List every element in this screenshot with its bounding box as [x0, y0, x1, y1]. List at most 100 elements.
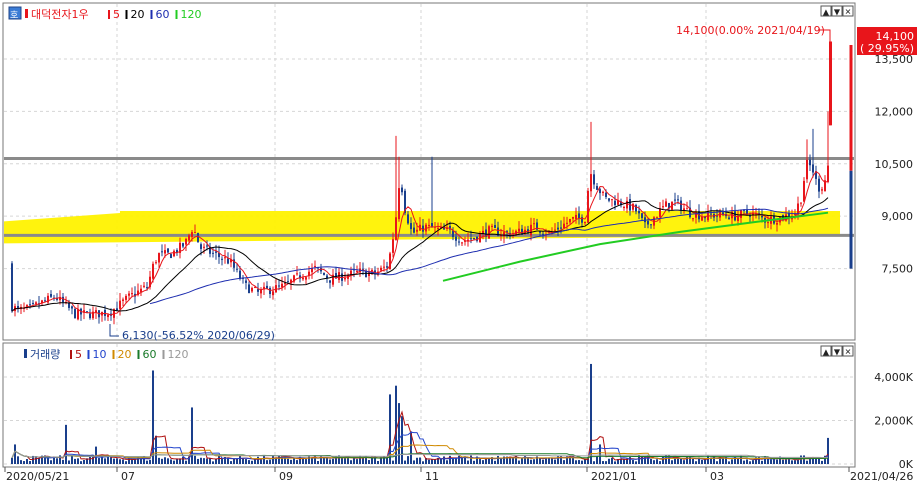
candle-body [572, 217, 574, 219]
volume-bar [158, 457, 160, 464]
volume-bar [341, 457, 343, 464]
volume-bar [122, 459, 124, 464]
candle-body [11, 263, 13, 312]
panel-up-button-glyph: ▲ [823, 8, 830, 17]
x-tick-label: 2020/05/21 [6, 470, 69, 483]
candle-body [590, 174, 592, 192]
volume-bar [494, 460, 496, 464]
candle-body [659, 208, 661, 217]
candle-body [104, 309, 106, 316]
legend-label: 120 [181, 8, 202, 21]
candle-body [26, 305, 28, 307]
volume-bar [602, 461, 604, 464]
candle-body [329, 280, 331, 283]
x-tick-label: 2021/01 [591, 470, 637, 483]
candle-body [800, 202, 802, 204]
candle-body [197, 232, 199, 243]
volume-bar [170, 459, 172, 464]
candle-body [662, 206, 664, 208]
candle-body [89, 313, 91, 319]
volume-panel-controls: ▲ ▼ ✕ [820, 345, 854, 357]
volume-bar [269, 459, 271, 464]
candle-body [728, 217, 730, 220]
legend-swatch [112, 350, 115, 359]
volume-bar [731, 459, 733, 464]
candle-body [158, 253, 160, 263]
candle-body [647, 221, 649, 225]
volume-bar [728, 461, 730, 464]
volume-bar [74, 458, 76, 464]
volume-bar [173, 460, 175, 464]
volume-bar [230, 461, 232, 464]
volume-bar [227, 458, 229, 464]
candle-body [194, 232, 196, 234]
panel-close-button-glyph: ✕ [845, 8, 852, 17]
volume-bar [683, 460, 685, 464]
candle-body [29, 304, 31, 306]
volume-bar [530, 459, 532, 464]
volume-bar [176, 458, 178, 464]
volume-bar [56, 458, 58, 464]
volume-panel-frame [2, 342, 856, 468]
candle-body [248, 284, 250, 294]
volume-bar [770, 459, 772, 464]
candle-body [221, 258, 223, 260]
legend-swatch [125, 10, 128, 19]
candle-body [611, 199, 613, 201]
volume-bar [23, 461, 25, 464]
candle-body [392, 239, 394, 253]
candle-body [638, 210, 640, 214]
low-price-pointer [109, 324, 119, 337]
candle-body [206, 245, 208, 247]
volume-bar [500, 459, 502, 464]
candle-body [806, 159, 808, 180]
volume-bar [749, 461, 751, 464]
legend-label: 5 [113, 8, 120, 21]
volume-bar [467, 460, 469, 464]
price-tick-label: 10,500 [875, 158, 914, 171]
volume-bar [497, 455, 499, 464]
candle-body [608, 198, 610, 201]
x-tick-label: 09 [279, 470, 293, 483]
volume-bar [473, 460, 475, 464]
volume-bar [404, 460, 406, 464]
candle-body [116, 308, 118, 311]
volume-bar [563, 460, 565, 464]
volume-bar [800, 455, 802, 464]
candle-body [614, 200, 616, 206]
volume-bar [236, 458, 238, 464]
volume-bar [446, 460, 448, 464]
candle-body [182, 243, 184, 247]
panel-up-button-glyph: ▲ [823, 348, 830, 357]
candle-body [626, 200, 628, 209]
candle-body [383, 266, 385, 268]
volume-bar [680, 458, 682, 464]
volume-bar [29, 461, 31, 464]
high-price-label: 14,100(0.00% 2021/04/19) [676, 24, 825, 37]
candle-body [650, 224, 652, 226]
candle-body [161, 251, 163, 253]
volume-bar [50, 460, 52, 464]
volume-bar [194, 455, 196, 464]
candle-body [602, 191, 604, 193]
candle-body [188, 235, 190, 241]
volume-bar [461, 457, 463, 464]
volume-bar [794, 460, 796, 464]
candle-body [203, 246, 205, 248]
candle-body [146, 287, 148, 289]
volume-bar [71, 455, 73, 464]
price-tick-label: 7,500 [882, 263, 914, 276]
volume-bar [431, 459, 433, 464]
volume-bar [80, 461, 82, 464]
candle-body [143, 285, 145, 287]
candle-body [641, 213, 643, 218]
volume-bar [554, 459, 556, 464]
candle-body [656, 217, 658, 219]
panel-close-button-glyph: ✕ [845, 348, 852, 357]
volume-bar [182, 456, 184, 464]
candle-body [818, 178, 820, 192]
candle-body [269, 287, 271, 295]
candle-body [776, 222, 778, 225]
candle-body [266, 285, 268, 289]
volume-bar [416, 457, 418, 464]
